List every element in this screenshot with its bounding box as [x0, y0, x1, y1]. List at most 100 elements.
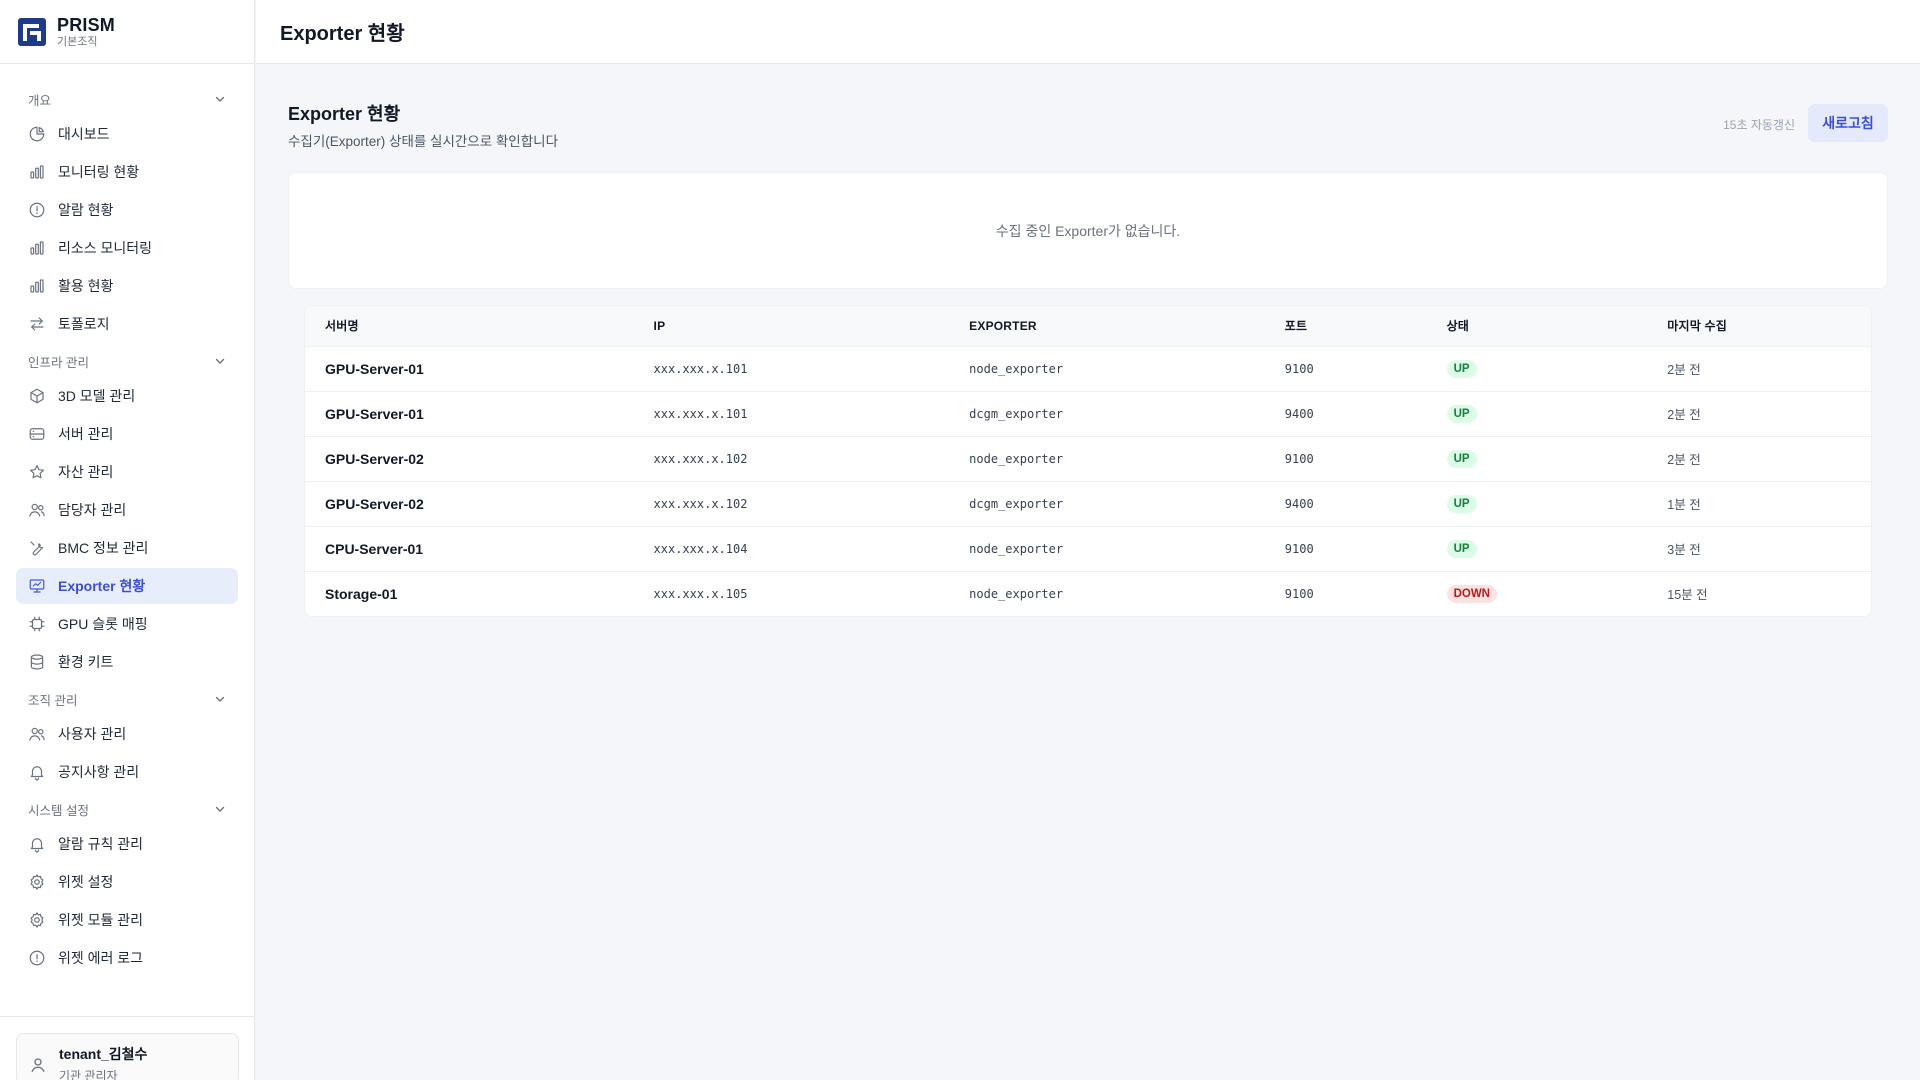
nav-group-items: 사용자 관리공지사항 관리 [16, 716, 238, 790]
sidebar-item[interactable]: 사용자 관리 [16, 716, 238, 752]
empty-state-message: 수집 중인 Exporter가 없습니다. [995, 222, 1181, 239]
status-badge: UP [1446, 495, 1477, 513]
chevron-down-icon [214, 693, 226, 705]
column-header: EXPORTER [969, 318, 1037, 333]
table-row[interactable]: CPU-Server-01 xxx.xxx.x.104 node_exporter 9… [305, 526, 1871, 571]
sidebar-item-label: 위젯 에러 로그 [58, 950, 144, 966]
sidebar-item[interactable]: 자산 관리 [16, 454, 238, 490]
table-row[interactable]: GPU-Server-01 xxx.xxx.x.101 dcgm_exporter 9… [305, 391, 1871, 436]
sidebar-item-label: 3D 모델 관리 [58, 388, 136, 404]
cell-last-collected: 15분 전 [1667, 588, 1708, 603]
sidebar-item[interactable]: 서버 관리 [16, 416, 238, 452]
bell-icon [28, 835, 46, 853]
cell-status: UP [1427, 391, 1648, 436]
table-header-row: 서버명 IP EXPORTER 포트 상태 마지막 수집 [305, 306, 1871, 346]
cell-last-collected: 3분 전 [1667, 543, 1701, 557]
cube-icon [28, 387, 46, 405]
main-content: Exporter 현황 수집기(Exporter) 상태를 실시간으로 확인합니… [288, 64, 1888, 617]
page-subtitle: 수집기(Exporter) 상태를 실시간으로 확인합니다 [288, 134, 558, 149]
cell-ip: xxx.xxx.x.105 [653, 586, 748, 601]
nav-group-header[interactable]: 조직 관리 [16, 686, 238, 712]
column-header: 마지막 수집 [1667, 319, 1728, 334]
table-row[interactable]: GPU-Server-01 xxx.xxx.x.101 node_exporter 9… [305, 346, 1871, 391]
cell-port: 9100 [1284, 361, 1314, 376]
cell-last-collected: 2분 전 [1667, 408, 1701, 422]
cell-ip: xxx.xxx.x.101 [653, 361, 748, 376]
table-row[interactable]: GPU-Server-02 xxx.xxx.x.102 node_exporter 9… [305, 436, 1871, 481]
sidebar-item[interactable]: Exporter 현황 [16, 568, 238, 604]
cell-last-collected: 2분 전 [1667, 363, 1701, 377]
cell-ip: xxx.xxx.x.102 [653, 496, 748, 511]
cell-port: 9400 [1284, 496, 1314, 511]
sidebar-item-label: 서버 관리 [58, 426, 114, 442]
column-header: 서버명 [325, 319, 359, 334]
arrows-swap-icon [28, 315, 46, 333]
sidebar-item[interactable]: 활용 현황 [16, 268, 238, 304]
sidebar-item[interactable]: 담당자 관리 [16, 492, 238, 528]
sidebar-item[interactable]: 알람 현황 [16, 192, 238, 228]
sidebar-item[interactable]: 토폴로지 [16, 306, 238, 342]
sidebar-item[interactable]: BMC 정보 관리 [16, 530, 238, 566]
status-badge: UP [1446, 405, 1477, 423]
cell-status: DOWN [1427, 571, 1648, 616]
sidebar-item[interactable]: 위젯 모듈 관리 [16, 902, 238, 938]
topbar: Exporter 현황 [256, 0, 1920, 64]
empty-state-card: 수집 중인 Exporter가 없습니다. [288, 172, 1888, 289]
chevron-down-icon [214, 803, 226, 815]
cell-ip: xxx.xxx.x.101 [653, 406, 748, 421]
table-body: GPU-Server-01 xxx.xxx.x.101 node_exporter 9… [305, 346, 1871, 616]
cell-last-collected: 1분 전 [1667, 498, 1701, 512]
users-icon [28, 501, 46, 519]
bell-icon [28, 763, 46, 781]
sidebar-item-label: 자산 관리 [58, 464, 114, 480]
table-row[interactable]: GPU-Server-02 xxx.xxx.x.102 dcgm_exporter 9… [305, 481, 1871, 526]
cell-status: UP [1427, 526, 1648, 571]
sidebar-item[interactable]: 알람 규칙 관리 [16, 826, 238, 862]
nav-group-header[interactable]: 시스템 설정 [16, 796, 238, 822]
sidebar-item[interactable]: GPU 슬롯 매핑 [16, 606, 238, 642]
cell-server-name: GPU-Server-01 [325, 405, 424, 422]
nav-group-header[interactable]: 개요 [16, 86, 238, 112]
prism-logo-icon [18, 17, 46, 46]
column-header: 포트 [1284, 319, 1308, 334]
sidebar-item[interactable]: 대시보드 [16, 116, 238, 152]
refresh-button[interactable]: 새로고침 [1808, 104, 1888, 142]
cell-port: 9100 [1284, 541, 1314, 556]
sidebar-item-label: 환경 키트 [58, 654, 114, 670]
cell-exporter: dcgm_exporter [969, 496, 1064, 511]
column-header: IP [653, 318, 666, 333]
user-name: tenant_김철수 [59, 1046, 148, 1062]
bar-chart-icon [28, 239, 46, 257]
sidebar-item[interactable]: 리소스 모니터링 [16, 230, 238, 266]
sidebar-item[interactable]: 위젯 에러 로그 [16, 940, 238, 976]
sidebar-item-label: 사용자 관리 [58, 726, 127, 742]
wrench-icon [28, 539, 46, 557]
user-card[interactable]: tenant_김철수 기관 관리자 [16, 1033, 239, 1080]
column-header: 상태 [1446, 319, 1470, 334]
cell-server-name: GPU-Server-02 [325, 450, 424, 467]
cell-ip: xxx.xxx.x.104 [653, 541, 748, 556]
sidebar-item[interactable]: 3D 모델 관리 [16, 378, 238, 414]
star-icon [28, 463, 46, 481]
user-icon [29, 1056, 47, 1074]
bar-chart-icon [28, 277, 46, 295]
sidebar-item[interactable]: 환경 키트 [16, 644, 238, 680]
presentation-icon [28, 577, 46, 595]
sidebar-item[interactable]: 위젯 설정 [16, 864, 238, 900]
user-section: tenant_김철수 기관 관리자 [0, 1016, 255, 1080]
cell-status: UP [1427, 436, 1648, 481]
auto-refresh-label: 15초 자동갱신 [1723, 118, 1795, 132]
nav-group-label: 시스템 설정 [28, 803, 89, 818]
sidebar-item[interactable]: 공지사항 관리 [16, 754, 238, 790]
brand[interactable]: PRISM 기본조직 [0, 0, 254, 64]
table-row[interactable]: Storage-01 xxx.xxx.x.105 node_exporter 9100… [305, 571, 1871, 616]
nav-group-header[interactable]: 인프라 관리 [16, 348, 238, 374]
nav-group-items: 알람 규칙 관리위젯 설정위젯 모듈 관리위젯 에러 로그 [16, 826, 238, 976]
sidebar-item-label: GPU 슬롯 매핑 [58, 616, 148, 632]
exporter-table-card: 서버명 IP EXPORTER 포트 상태 마지막 수집 GPU-Server-01 xxx… [304, 305, 1872, 617]
sidebar-item[interactable]: 모니터링 현황 [16, 154, 238, 190]
sidebar-item-label: 알람 규칙 관리 [58, 836, 144, 852]
sidebar-item-label: 위젯 설정 [58, 874, 114, 890]
cell-exporter: node_exporter [969, 541, 1064, 556]
sidebar-item-label: 알람 현황 [58, 202, 114, 218]
